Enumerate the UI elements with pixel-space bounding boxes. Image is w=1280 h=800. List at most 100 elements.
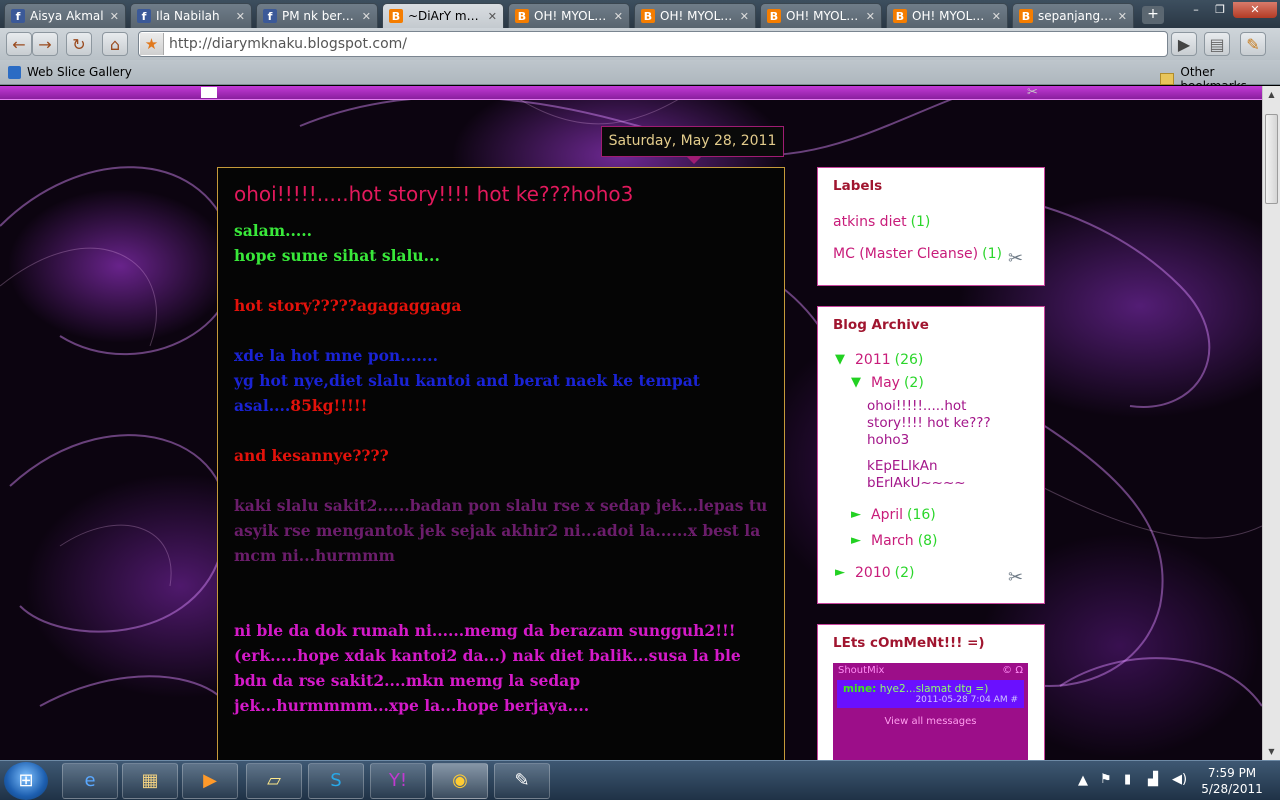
tab-title: OH! MYOLIZA [912,9,987,23]
page-menu-icon[interactable]: ▤ [1204,32,1230,56]
archive-month-april[interactable]: ► April (16) [851,507,936,523]
volume-icon[interactable]: ◀) [1172,772,1187,787]
navbar-tool-icon[interactable]: ✂ [1027,86,1038,100]
media-player-icon[interactable]: ▶ [182,763,238,799]
shoutmix-box[interactable]: ShoutMix © Ω mine: hye2...slamat dtg =) … [833,663,1028,760]
system-clock[interactable]: 7:59 PM 5/28/2011 [1200,765,1264,797]
back-button[interactable]: ← [6,32,32,56]
labels-widget: Labels atkins diet (1) MC (Master Cleans… [817,167,1045,286]
shout-message: mine: hye2...slamat dtg =) 2011-05-28 7:… [837,680,1024,708]
close-tab-icon[interactable]: ✕ [866,10,875,23]
web-slice-icon [8,65,21,79]
facebook-icon: f [11,9,25,23]
wrench-menu-icon[interactable]: ✎ [1240,32,1266,56]
browser-tab[interactable]: B ~DiArY mA... ✕ [382,3,504,28]
browser-tab[interactable]: B OH! MYOLI... ✕ [634,3,756,28]
close-tab-icon[interactable]: ✕ [740,10,749,23]
archive-month-march[interactable]: ► March (8) [851,533,938,549]
post-paragraph: salam..... [234,221,313,240]
archive-post-link[interactable]: kEpELIkAn bErlAkU~~~~ [867,458,997,492]
expand-toggle-icon[interactable]: ► [851,507,861,523]
shoutmix-icons[interactable]: © Ω [1002,665,1023,676]
show-hidden-icons-icon[interactable]: ▲ [1078,773,1088,788]
blog-post: ohoi!!!!!.....hot story!!!! hot ke???hoh… [217,167,785,760]
power-icon[interactable]: ▮ [1124,772,1131,787]
scroll-thumb[interactable] [1265,114,1278,204]
archive-post-link[interactable]: ohoi!!!!!.....hot story!!!! hot ke???hoh… [867,398,997,449]
skype-icon[interactable]: S [308,763,364,799]
blog-page: ✂ Saturday, May 28, 2011 ohoi!!!!!.....h… [0,86,1262,760]
shoutmix-brand[interactable]: ShoutMix [838,665,884,676]
browser-tab[interactable]: f PM nk beru... ✕ [256,3,378,28]
sticky-notes-icon[interactable]: ▱ [246,763,302,799]
browser-tab[interactable]: f Aisya Akmal ✕ [4,3,126,28]
archive-widget: Blog Archive ▼ 2011 (26) ▼ May (2) ohoi!… [817,306,1045,604]
scroll-down-icon[interactable]: ▼ [1263,743,1280,760]
tab-strip: f Aisya Akmal ✕ f Ila Nabilah ✕ f PM nk beru...… [0,0,1280,28]
browser-tab[interactable]: f Ila Nabilah ✕ [130,3,252,28]
archive-year-2010[interactable]: ► 2010 (2) [835,565,914,581]
minimize-button[interactable]: – [1183,2,1209,18]
close-tab-icon[interactable]: ✕ [110,10,119,23]
yahoo-messenger-icon[interactable]: Y! [370,763,426,799]
bookmarks-bar: Web Slice Gallery Other bookmarks [0,60,1280,93]
close-window-button[interactable]: ✕ [1233,2,1277,18]
close-tab-icon[interactable]: ✕ [614,10,623,23]
go-button[interactable]: ▶ [1171,32,1197,56]
home-button[interactable]: ⌂ [102,32,128,56]
close-tab-icon[interactable]: ✕ [992,10,1001,23]
internet-explorer-icon[interactable]: e [62,763,118,799]
close-tab-icon[interactable]: ✕ [236,10,245,23]
post-paragraph: xde la hot mne pon....... [234,346,438,365]
archive-year-2011[interactable]: ▼ 2011 (26) [835,352,923,368]
expand-toggle-icon[interactable]: ▼ [835,352,845,368]
facebook-icon: f [137,9,151,23]
address-bar[interactable]: ★ http://diarymknaku.blogspot.com/ [138,31,1168,57]
post-title[interactable]: ohoi!!!!!.....hot story!!!! hot ke???hoh… [234,182,768,206]
close-tab-icon[interactable]: ✕ [1118,10,1127,23]
navbar-search-box[interactable] [201,87,217,98]
tab-title: sepanjang j... [1038,9,1113,23]
edit-widget-icon[interactable]: ✂ [1008,567,1023,588]
bookmark-web-slice-gallery[interactable]: Web Slice Gallery [8,65,132,79]
action-center-icon[interactable]: ⚑ [1100,772,1112,787]
expand-toggle-icon[interactable]: ▼ [851,375,861,391]
maximize-button[interactable]: ❐ [1207,2,1233,18]
label-item-atkins-diet[interactable]: atkins diet (1) [833,214,930,230]
expand-toggle-icon[interactable]: ► [835,565,845,581]
close-tab-icon[interactable]: ✕ [488,10,497,23]
reload-button[interactable]: ↻ [66,32,92,56]
browser-tab[interactable]: Bsepanjang j... ✕ [1012,3,1134,28]
scroll-up-icon[interactable]: ▲ [1263,86,1280,103]
expand-toggle-icon[interactable]: ► [851,533,861,549]
browser-tab[interactable]: B OH! MYOLIZA ✕ [886,3,1008,28]
blogger-navbar: ✂ [0,86,1262,100]
view-all-messages-link[interactable]: View all messages [833,716,1028,727]
browser-toolbar: ← → ↻ ⌂ ★ http://diarymknaku.blogspot.co… [0,28,1280,60]
blogger-icon: B [1019,9,1033,23]
forward-button[interactable]: → [32,32,58,56]
browser-tab[interactable]: B OH! MYOLI... ✕ [760,3,882,28]
bookmark-star-icon[interactable]: ★ [140,33,164,55]
chrome-icon[interactable]: ◉ [432,763,488,799]
network-icon[interactable]: ▟ [1148,772,1158,787]
tab-title: OH! MYOLI... [786,9,861,23]
close-tab-icon[interactable]: ✕ [362,10,371,23]
post-paragraph: yg hot nye,diet slalu kantoi and berat n… [234,371,700,415]
archive-month-may[interactable]: ▼ May (2) [851,375,924,391]
file-explorer-icon[interactable]: ▦ [122,763,178,799]
new-tab-button[interactable]: + [1142,6,1164,24]
edit-widget-icon[interactable]: ✂ [1008,248,1023,269]
label-item-master-cleanse[interactable]: MC (Master Cleanse) (1) [833,246,1002,262]
address-url[interactable]: http://diarymknaku.blogspot.com/ [169,36,407,52]
tab-title: ~DiArY mA... [408,9,483,23]
browser-tab[interactable]: B OH! MYOLI... ✕ [508,3,630,28]
paint-icon[interactable]: ✎ [494,763,550,799]
page-scrollbar[interactable]: ▲ ▼ [1262,86,1280,760]
start-button[interactable]: ⊞ [4,762,48,800]
tab-title: Ila Nabilah [156,9,220,23]
post-paragraph: ni ble da dok rumah ni......memg da bera… [234,621,741,715]
post-body: salam..... hope sume sihat slalu... hot st… [234,218,768,718]
blogger-icon: B [893,9,907,23]
